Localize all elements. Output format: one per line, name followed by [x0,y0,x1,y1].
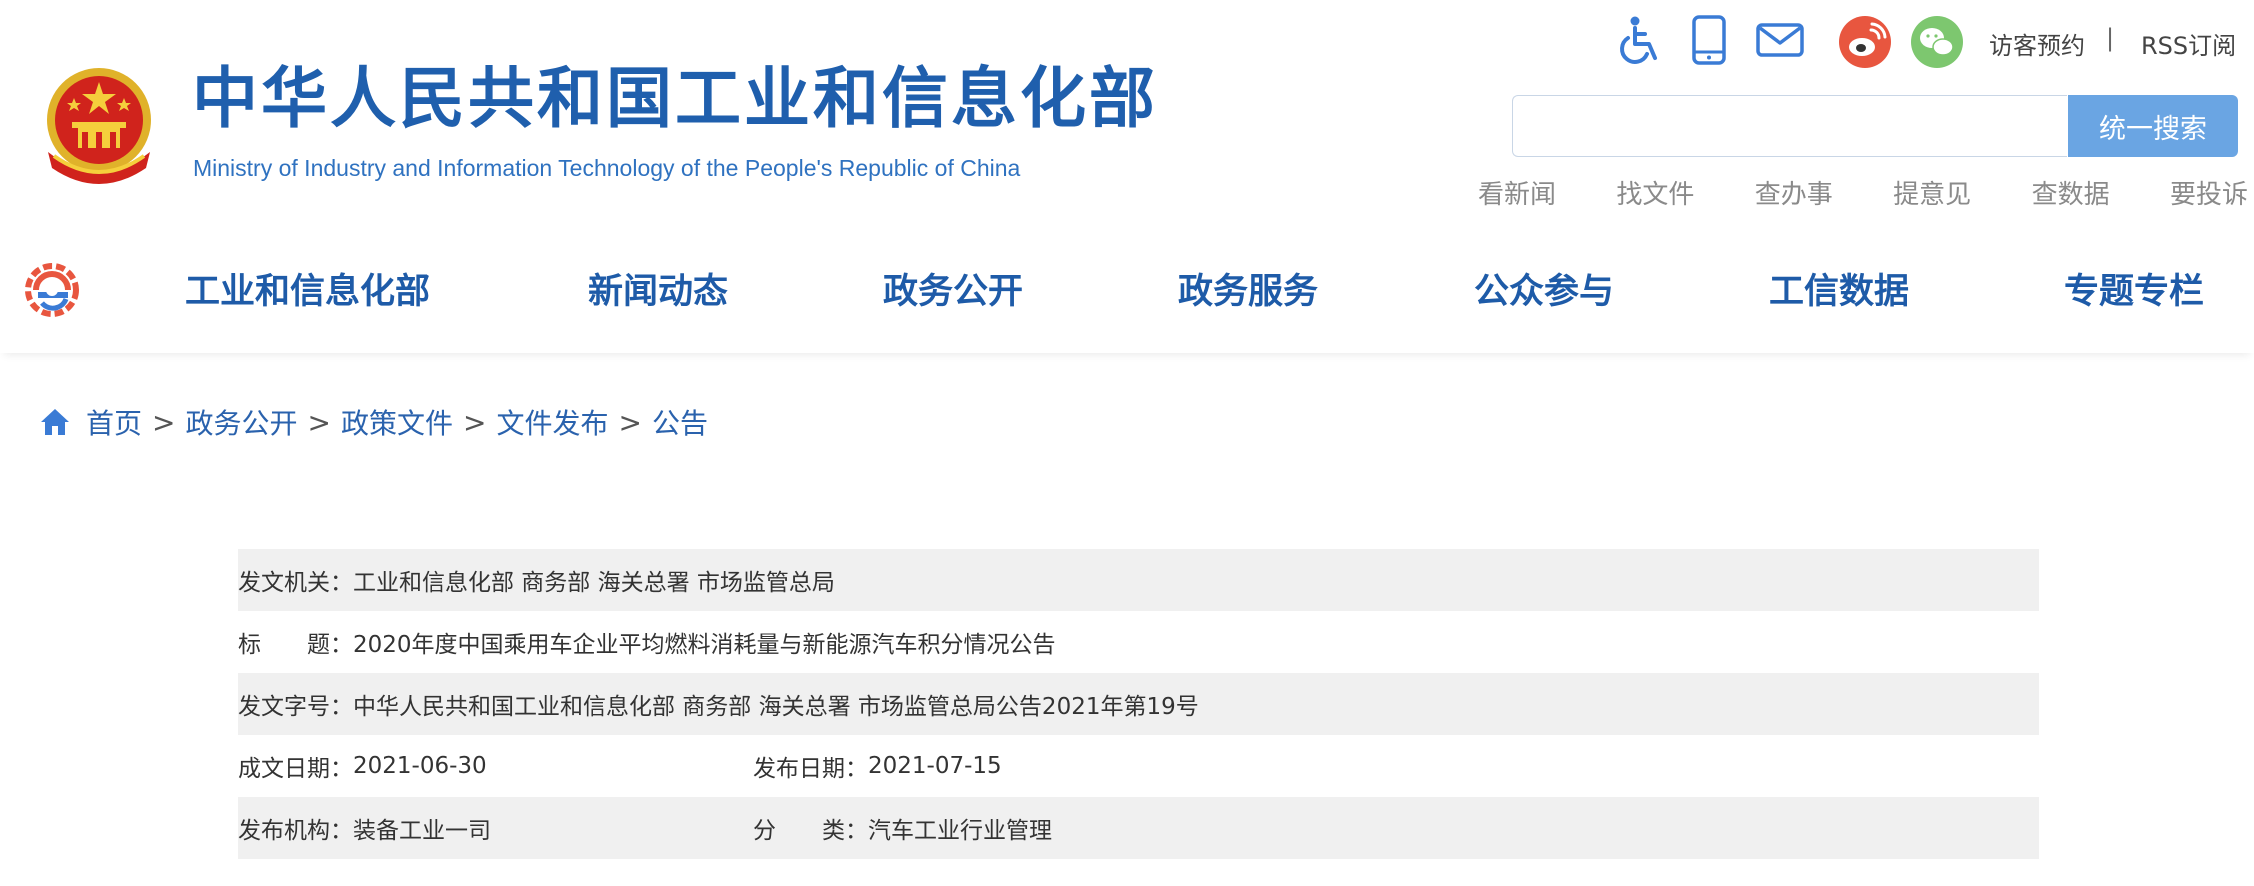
search-button[interactable]: 统一搜索 [2068,95,2238,157]
quick-link-documents[interactable]: 找文件 [1616,174,1694,211]
breadcrumb-separator: > [462,405,487,439]
breadcrumb-separator: > [307,405,331,439]
breadcrumb-home[interactable]: 首页 [86,402,142,442]
title-label: 标 题： [238,632,353,658]
document-info-table: 发文机关： 工业和信息化部 商务部 海关总署 市场监管总局 标 题： 2020年… [238,549,2039,859]
breadcrumb-document-release[interactable]: 文件发布 [496,402,608,442]
breadcrumb-separator: > [618,405,642,439]
nav-item-miit-data[interactable]: 工信数据 [1769,263,1909,314]
quick-link-feedback[interactable]: 提意见 [1893,174,1971,211]
nav-item-government-services[interactable]: 政务服务 [1178,263,1318,314]
mobile-icon[interactable] [1690,14,1728,66]
top-links-separator: | [2106,24,2115,52]
search-input[interactable] [1512,95,2067,157]
breadcrumb-separator: > [152,405,176,439]
info-row-title: 标 题： 2020年度中国乘用车企业平均燃料消耗量与新能源汽车积分情况公告 [238,611,2039,673]
category-value: 汽车工业行业管理 [868,818,1052,844]
issuing-org-value: 工业和信息化部 商务部 海关总署 市场监管总局 [353,570,835,596]
created-date-label: 成文日期： [238,756,353,782]
publishing-org-label: 发布机构： [238,818,353,844]
publish-date-label: 发布日期： [753,756,868,782]
national-emblem-logo[interactable] [34,60,164,195]
home-icon[interactable] [38,405,72,439]
site-subtitle: Ministry of Industry and Information Tec… [193,155,1021,181]
quick-links: 看新闻 找文件 查办事 提意见 查数据 要投诉 [1478,174,2248,211]
issuing-org-label: 发文机关： [238,570,353,596]
visitor-appointment-link[interactable]: 访客预约 [1989,26,2085,61]
quick-link-services[interactable]: 查办事 [1755,174,1833,211]
nav-item-news[interactable]: 新闻动态 [588,263,728,314]
quick-link-complaint[interactable]: 要投诉 [2170,174,2248,211]
breadcrumb-government-affairs[interactable]: 政务公开 [185,402,297,442]
quick-link-data[interactable]: 查数据 [2032,174,2110,211]
nav-item-special-topics[interactable]: 专题专栏 [2064,263,2204,314]
nav-item-public-participation[interactable]: 公众参与 [1474,263,1614,314]
info-row-dates: 成文日期： 2021-06-30 发布日期： 2021-07-15 [238,735,2039,797]
breadcrumb-policy-documents[interactable]: 政策文件 [341,402,453,442]
site-title: 中华人民共和国工业和信息化部 [192,60,1158,137]
info-row-org-category: 发布机构： 装备工业一司 分 类： 汽车工业行业管理 [238,797,2039,859]
category-label: 分 类： [753,818,868,844]
breadcrumb: 首页 > 政务公开 > 政策文件 > 文件发布 > 公告 [38,402,708,442]
created-date-value: 2021-06-30 [353,753,487,779]
doc-number-value: 中华人民共和国工业和信息化部 商务部 海关总署 市场监管总局公告2021年第19… [353,694,1199,720]
site-header: 中华人民共和国工业和信息化部 Ministry of Industry and … [0,0,2254,220]
breadcrumb-announcement[interactable]: 公告 [652,402,708,442]
publish-date-value: 2021-07-15 [868,753,1002,779]
info-row-doc-number: 发文字号： 中华人民共和国工业和信息化部 商务部 海关总署 市场监管总局公告20… [238,673,2039,735]
accessibility-icon[interactable] [1617,14,1665,66]
mail-icon[interactable] [1755,14,1805,66]
info-row-issuing-org: 发文机关： 工业和信息化部 商务部 海关总署 市场监管总局 [238,549,2039,611]
publishing-org-value: 装备工业一司 [353,818,491,844]
main-nav: 工业和信息化部 新闻动态 政务公开 政务服务 公众参与 工信数据 专题专栏 [0,235,2254,353]
nav-item-miit[interactable]: 工业和信息化部 [185,263,430,314]
nav-item-government-affairs[interactable]: 政务公开 [883,263,1023,314]
miit-logo-icon[interactable] [22,259,82,321]
wechat-icon[interactable] [1911,16,1963,68]
doc-number-label: 发文字号： [238,694,353,720]
quick-link-news[interactable]: 看新闻 [1478,174,1556,211]
rss-subscribe-link[interactable]: RSS订阅 [2141,26,2236,61]
title-value: 2020年度中国乘用车企业平均燃料消耗量与新能源汽车积分情况公告 [353,632,1056,658]
weibo-icon[interactable] [1839,16,1891,68]
